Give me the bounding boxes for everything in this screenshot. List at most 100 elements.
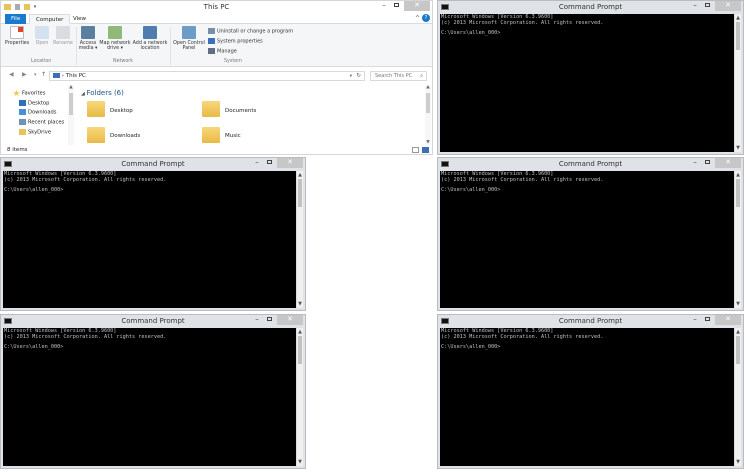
folder-music[interactable]: Music: [225, 133, 241, 139]
folder-downloads[interactable]: Downloads: [110, 133, 140, 139]
maximize-button[interactable]: [701, 315, 713, 325]
navigation-scrollbar[interactable]: ▲: [68, 85, 74, 145]
scroll-up-icon[interactable]: ▲: [297, 172, 303, 178]
minimize-ribbon-icon[interactable]: ^: [415, 15, 420, 22]
refresh-icon[interactable]: ↻: [356, 72, 361, 81]
maximize-button[interactable]: [390, 1, 402, 11]
cmd-titlebar[interactable]: Command Prompt – ✕: [438, 158, 743, 171]
sidebar-item-skydrive[interactable]: SkyDrive: [19, 129, 51, 136]
maximize-button[interactable]: [263, 315, 275, 325]
close-button[interactable]: ✕: [715, 315, 741, 325]
scroll-thumb[interactable]: [426, 93, 430, 113]
maximize-button[interactable]: [263, 158, 275, 168]
search-input[interactable]: Search This PC ⌕: [370, 71, 427, 81]
cmd-titlebar[interactable]: Command Prompt – ✕: [438, 315, 743, 328]
recent-locations-icon[interactable]: ▾: [34, 72, 37, 78]
downloads-folder-icon[interactable]: [87, 127, 105, 143]
scroll-up-icon[interactable]: ▲: [297, 329, 303, 335]
scroll-up-icon[interactable]: ▲: [425, 85, 431, 90]
scroll-down-icon[interactable]: ▼: [297, 301, 303, 307]
back-icon[interactable]: ◀: [9, 71, 14, 78]
close-button[interactable]: ✕: [277, 315, 303, 325]
documents-folder-icon[interactable]: [202, 101, 220, 117]
details-view-icon[interactable]: [412, 147, 419, 153]
cmd-titlebar[interactable]: Command Prompt – ✕: [1, 158, 305, 171]
scroll-thumb[interactable]: [736, 22, 740, 50]
uninstall-program-button[interactable]: Uninstall or change a program: [208, 28, 293, 35]
system-properties-button[interactable]: System properties: [208, 38, 263, 45]
properties-button[interactable]: Properties: [5, 26, 29, 46]
cmd-titlebar[interactable]: Command Prompt – ✕: [1, 315, 305, 328]
scroll-down-icon[interactable]: ▼: [297, 459, 303, 465]
console-scrollbar[interactable]: ▲ ▼: [734, 171, 741, 308]
explorer-titlebar[interactable]: ▾ This PC – ✕: [1, 1, 432, 13]
tab-view[interactable]: View: [67, 14, 92, 24]
forward-icon[interactable]: ▶: [22, 71, 27, 78]
console-scrollbar[interactable]: ▲ ▼: [734, 14, 741, 152]
console-output[interactable]: Microsoft Windows [Version 6.3.9600] (c) …: [3, 328, 296, 466]
sidebar-item-desktop[interactable]: Desktop: [19, 100, 49, 107]
scroll-thumb[interactable]: [298, 179, 302, 207]
up-icon[interactable]: ↑: [41, 71, 46, 78]
console-scrollbar[interactable]: ▲ ▼: [296, 171, 303, 308]
rename-button[interactable]: Rename: [52, 26, 74, 46]
content-scrollbar[interactable]: ▲ ▼: [425, 85, 431, 145]
music-folder-icon[interactable]: [202, 127, 220, 143]
console-prompt[interactable]: C:\Users\allen_000>: [4, 188, 295, 194]
console-prompt[interactable]: C:\Users\allen_000>: [4, 345, 295, 351]
open-control-panel-button[interactable]: Open Control Panel: [173, 26, 205, 51]
scroll-up-icon[interactable]: ▲: [735, 15, 741, 21]
minimize-button[interactable]: –: [689, 158, 701, 168]
console-output[interactable]: Microsoft Windows [Version 6.3.9600] (c) …: [440, 171, 734, 308]
console-prompt[interactable]: C:\Users\allen_000>: [441, 345, 733, 351]
close-button[interactable]: ✕: [715, 158, 741, 168]
console-output[interactable]: Microsoft Windows [Version 6.3.9600] (c) …: [440, 14, 734, 152]
large-icons-view-icon[interactable]: [422, 147, 429, 153]
breadcrumb[interactable]: This PC: [66, 73, 86, 79]
map-network-drive-button[interactable]: Map network drive ▾: [99, 26, 131, 51]
address-bar[interactable]: › This PC ↻ ▾: [49, 71, 365, 81]
scroll-up-icon[interactable]: ▲: [735, 329, 741, 335]
console-output[interactable]: Microsoft Windows [Version 6.3.9600] (c) …: [3, 171, 296, 308]
open-button[interactable]: Open: [33, 26, 51, 46]
scroll-thumb[interactable]: [298, 336, 302, 364]
maximize-button[interactable]: [701, 1, 713, 11]
scroll-up-icon[interactable]: ▲: [68, 85, 74, 90]
help-icon[interactable]: ?: [422, 14, 430, 22]
manage-button[interactable]: Manage: [208, 48, 237, 55]
console-scrollbar[interactable]: ▲ ▼: [296, 328, 303, 466]
sidebar-item-favorites[interactable]: Favorites: [13, 90, 45, 97]
minimize-button[interactable]: –: [251, 158, 263, 168]
console-scrollbar[interactable]: ▲ ▼: [734, 328, 741, 466]
cmd-titlebar[interactable]: Command Prompt – ✕: [438, 1, 743, 14]
address-dropdown-icon[interactable]: ▾: [350, 72, 352, 81]
scroll-down-icon[interactable]: ▼: [735, 459, 741, 465]
sidebar-item-recent-places[interactable]: Recent places: [19, 119, 64, 126]
minimize-button[interactable]: –: [251, 315, 263, 325]
close-button[interactable]: ✕: [277, 158, 303, 168]
minimize-button[interactable]: –: [378, 1, 390, 11]
scroll-down-icon[interactable]: ▼: [735, 145, 741, 151]
folders-section-header[interactable]: ◢ Folders (6): [81, 89, 124, 97]
tab-computer[interactable]: Computer: [29, 14, 71, 24]
add-network-location-button[interactable]: Add a network location: [132, 26, 168, 51]
scroll-thumb[interactable]: [736, 336, 740, 364]
access-media-button[interactable]: Access media ▾: [78, 26, 98, 51]
tab-file[interactable]: File: [5, 14, 27, 24]
desktop-folder-icon[interactable]: [87, 101, 105, 117]
folder-desktop[interactable]: Desktop: [110, 108, 133, 114]
console-prompt[interactable]: C:\Users\allen_000>: [441, 188, 733, 194]
close-button[interactable]: ✕: [715, 1, 741, 11]
console-prompt[interactable]: C:\Users\allen_000>: [441, 31, 733, 37]
minimize-button[interactable]: –: [689, 1, 701, 11]
console-output[interactable]: Microsoft Windows [Version 6.3.9600] (c) …: [440, 328, 734, 466]
scroll-thumb[interactable]: [69, 93, 73, 115]
sidebar-item-downloads[interactable]: Downloads: [19, 109, 57, 116]
folder-documents[interactable]: Documents: [225, 108, 256, 114]
scroll-thumb[interactable]: [736, 179, 740, 207]
minimize-button[interactable]: –: [689, 315, 701, 325]
close-button[interactable]: ✕: [404, 1, 430, 11]
scroll-up-icon[interactable]: ▲: [735, 172, 741, 178]
maximize-button[interactable]: [701, 158, 713, 168]
scroll-down-icon[interactable]: ▼: [735, 301, 741, 307]
